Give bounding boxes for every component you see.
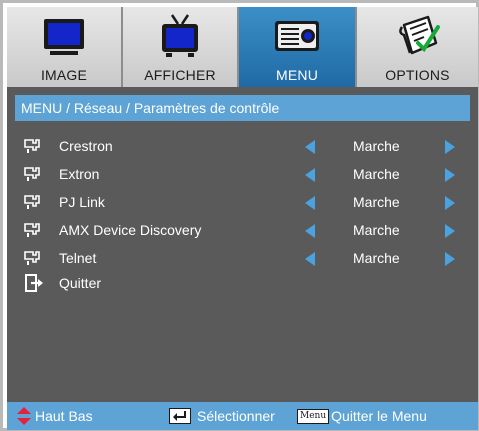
tab-image-label: IMAGE xyxy=(40,67,88,83)
arrow-left-icon[interactable] xyxy=(303,223,317,239)
arrow-left-icon[interactable] xyxy=(303,167,317,183)
setting-row-amx[interactable]: AMX Device Discovery Marche xyxy=(7,219,478,241)
tab-afficher[interactable]: AFFICHER xyxy=(123,7,239,87)
setting-row-telnet[interactable]: Telnet Marche xyxy=(7,247,478,269)
tab-options-label: OPTIONS xyxy=(385,67,450,83)
network-port-icon xyxy=(24,139,40,153)
monitor-icon xyxy=(44,19,84,55)
setting-value: Marche xyxy=(353,250,400,266)
setting-row-pjlink[interactable]: PJ Link Marche xyxy=(7,191,478,213)
setting-value: Marche xyxy=(353,166,400,182)
arrow-right-icon[interactable] xyxy=(443,167,457,183)
tab-afficher-label: AFFICHER xyxy=(144,67,216,83)
network-port-icon xyxy=(24,167,40,181)
setting-value: Marche xyxy=(353,138,400,154)
osd-menu: IMAGE AFFICHER MENU OPTIONS MENU / Résea… xyxy=(7,7,478,430)
menu-key-icon: Menu xyxy=(297,408,330,424)
projector-icon xyxy=(275,21,319,51)
up-down-arrows-icon xyxy=(17,407,31,425)
arrow-left-icon[interactable] xyxy=(303,139,317,155)
arrow-right-icon[interactable] xyxy=(443,223,457,239)
setting-value: Marche xyxy=(353,222,400,238)
enter-key-icon xyxy=(169,408,191,424)
setting-value: Marche xyxy=(353,194,400,210)
osd-frame: IMAGE AFFICHER MENU OPTIONS MENU / Résea… xyxy=(0,0,479,431)
footer-select-label: Sélectionner xyxy=(197,408,275,424)
setting-row-crestron[interactable]: Crestron Marche xyxy=(7,135,478,157)
arrow-right-icon[interactable] xyxy=(443,139,457,155)
tab-menu[interactable]: MENU xyxy=(239,7,357,87)
network-port-icon xyxy=(24,223,40,237)
arrow-left-icon[interactable] xyxy=(303,251,317,267)
footer-nav-label: Haut Bas xyxy=(35,408,93,424)
arrow-right-icon[interactable] xyxy=(443,195,457,211)
exit-icon xyxy=(25,274,43,292)
footer-exit-hint: Menu Quitter le Menu xyxy=(297,402,427,430)
quit-item[interactable]: Quitter xyxy=(7,271,207,295)
tab-menu-label: MENU xyxy=(275,67,319,83)
quit-label: Quitter xyxy=(59,275,102,291)
tab-bar: IMAGE AFFICHER MENU OPTIONS xyxy=(7,7,478,87)
network-port-icon xyxy=(24,195,40,209)
arrow-left-icon[interactable] xyxy=(303,195,317,211)
setting-row-extron[interactable]: Extron Marche xyxy=(7,163,478,185)
tab-image[interactable]: IMAGE xyxy=(7,7,123,87)
setting-label: Crestron xyxy=(59,138,113,154)
footer-help-bar: Haut Bas Sélectionner Menu Quitter le Me… xyxy=(7,402,478,430)
arrow-right-icon[interactable] xyxy=(443,251,457,267)
setting-label: AMX Device Discovery xyxy=(59,222,202,238)
tv-icon xyxy=(162,14,198,57)
breadcrumb: MENU / Réseau / Paramètres de contrôle xyxy=(15,95,470,121)
setting-label: PJ Link xyxy=(59,194,105,210)
footer-select-hint: Sélectionner xyxy=(169,402,275,430)
footer-nav-hint: Haut Bas xyxy=(17,402,93,430)
network-port-icon xyxy=(24,251,40,265)
setting-label: Extron xyxy=(59,166,100,182)
tab-options[interactable]: OPTIONS xyxy=(357,7,478,87)
footer-exit-label: Quitter le Menu xyxy=(331,408,427,424)
checklist-icon xyxy=(398,15,440,55)
setting-label: Telnet xyxy=(59,250,97,266)
